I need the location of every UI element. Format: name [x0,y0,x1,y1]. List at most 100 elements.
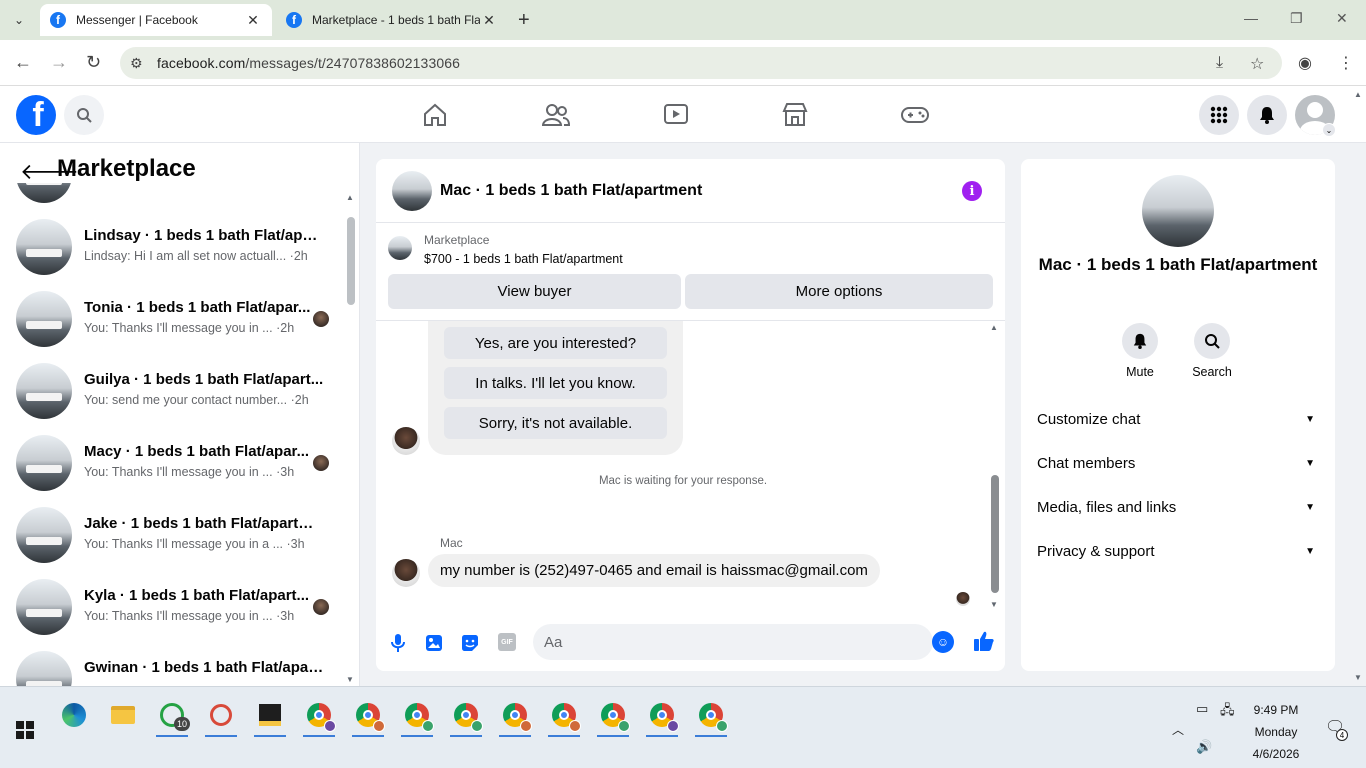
conversation-item[interactable]: Jake · 1 beds 1 bath Flat/apartme... You… [0,507,342,579]
listing-price-title[interactable]: $700 - 1 beds 1 bath Flat/apartment [424,252,623,266]
chrome-profile-icon[interactable] [299,695,339,737]
sender-avatar[interactable] [392,427,420,455]
quick-reply-button[interactable]: Yes, are you interested? [444,327,667,359]
seen-avatar [313,599,329,615]
message-bubble[interactable]: my number is (252)497-0465 and email is … [428,554,880,587]
notifications-bell-icon[interactable] [1247,95,1287,135]
photo-icon[interactable] [422,631,446,655]
conversation-item[interactable]: Guilya · 1 beds 1 bath Flat/apart... You… [0,363,342,435]
marketplace-icon[interactable] [775,98,815,132]
scroll-down-icon[interactable]: ▼ [1354,673,1362,682]
whatsapp-icon[interactable]: 10 [152,695,192,737]
snipping-tool-icon[interactable] [201,695,241,737]
windows-start-icon[interactable] [16,721,34,739]
gaming-icon[interactable] [895,98,935,132]
scroll-down-icon[interactable]: ▼ [346,675,354,684]
conversation-item[interactable]: Gwinan · 1 beds 1 bath Flat/apart... [0,651,342,686]
conversation-item[interactable]: Lindsay · 1 beds 1 bath Flat/apart... Li… [0,219,342,291]
edge-icon[interactable] [54,695,94,735]
friends-icon[interactable] [536,98,576,132]
message-input[interactable] [533,624,933,660]
search-label: Search [1192,365,1232,379]
conversation-item[interactable]: Macy · 1 beds 1 bath Flat/apar... You: T… [0,435,342,507]
chat-members-section[interactable]: Chat members ▼ [1037,448,1319,478]
chrome-profile-icon[interactable] [593,695,633,737]
listing-thumbnail [16,219,72,275]
taskbar-clock[interactable]: 9:49 PM Monday 4/6/2026 [1240,699,1312,765]
bell-icon[interactable] [1122,323,1158,359]
page-scrollbar[interactable]: ▲ ▼ [1350,86,1366,686]
browser-menu-icon[interactable]: ⋮ [1338,53,1354,73]
sender-avatar[interactable] [392,559,420,587]
chat-scrollbar[interactable]: ▲ ▼ [988,323,1004,609]
tab-marketplace[interactable]: f Marketplace - 1 beds 1 bath Flat/apart… [276,4,508,36]
tray-chevron-up-icon[interactable]: ︿ [1172,721,1184,738]
tab-search-chevron-icon[interactable]: ⌄ [6,8,32,32]
search-button[interactable]: Search [1182,323,1242,379]
window-close-icon[interactable]: ✕ [1336,10,1348,27]
battery-icon[interactable]: ▭ [1196,701,1208,717]
quick-reply-button[interactable]: Sorry, it's not available. [444,407,667,439]
bookmark-star-icon[interactable]: ☆ [1250,54,1264,74]
video-icon[interactable] [656,98,696,132]
chat-avatar[interactable] [392,171,432,211]
thumbs-up-icon[interactable] [972,629,996,653]
scrollbar-thumb[interactable] [991,475,999,593]
volume-icon[interactable]: 🔊 [1196,739,1212,755]
reload-icon[interactable]: ↻ [86,52,101,73]
forward-arrow-icon[interactable]: → [50,52,68,73]
url-text[interactable]: facebook.com/messages/t/2470783860213306… [157,55,460,71]
scrollbar-thumb[interactable] [347,217,355,305]
new-tab-plus-icon[interactable]: + [518,9,530,32]
gif-icon[interactable]: GIF [498,633,516,651]
chrome-profile-icon[interactable] [446,695,486,737]
quick-reply-button[interactable]: In talks. I'll let you know. [444,367,667,399]
sticky-notes-icon[interactable] [250,695,290,737]
chat-title[interactable]: Mac · 1 beds 1 bath Flat/apartment [440,182,702,200]
account-chevron-down-icon[interactable]: ⌄ [1322,123,1336,137]
more-options-button[interactable]: More options [685,274,993,309]
conversation-item[interactable]: Tonia · 1 beds 1 bath Flat/apar... You: … [0,291,342,363]
back-arrow-icon[interactable]: ← [14,52,32,73]
windows-taskbar: 10 ︿ ▭ 🖧 🔊 9:49 PM Monday 4/6/2026 🗨 4 [0,686,1366,768]
chrome-profile-icon[interactable] [691,695,731,737]
sticker-icon[interactable] [458,631,482,655]
chrome-profile-icon[interactable] [642,695,682,737]
conversation-item[interactable] [0,183,342,219]
mute-button[interactable]: Mute [1110,323,1170,379]
scroll-up-icon[interactable]: ▲ [990,323,998,332]
customize-chat-section[interactable]: Customize chat ▼ [1037,404,1319,434]
privacy-support-section[interactable]: Privacy & support ▼ [1037,536,1319,566]
restore-icon[interactable]: ❐ [1290,10,1303,27]
facebook-logo-icon[interactable]: f [16,95,56,135]
facebook-search-icon[interactable] [64,95,104,135]
scroll-up-icon[interactable]: ▲ [1354,90,1362,99]
url-omnibox[interactable]: ⚙ facebook.com/messages/t/24707838602133… [120,47,1282,79]
chrome-profile-icon[interactable] [397,695,437,737]
media-files-links-section[interactable]: Media, files and links ▼ [1037,492,1319,522]
chrome-profile-icon[interactable] [348,695,388,737]
chrome-profile-icon[interactable] [544,695,584,737]
conversation-item[interactable]: Kyla · 1 beds 1 bath Flat/apart... You: … [0,579,342,651]
scroll-up-icon[interactable]: ▲ [346,193,354,202]
conversation-info-icon[interactable]: i [962,181,982,201]
search-icon[interactable] [1194,323,1230,359]
install-app-icon[interactable]: ⤓ [1216,54,1223,72]
listing-avatar[interactable] [1142,175,1214,247]
view-buyer-button[interactable]: View buyer [388,274,681,309]
menu-grid-icon[interactable] [1199,95,1239,135]
browser-profile-icon[interactable]: ◉ [1298,53,1312,73]
home-icon[interactable] [415,98,455,132]
chrome-profile-icon[interactable] [495,695,535,737]
tab-close-icon[interactable]: ✕ [244,12,262,29]
scroll-down-icon[interactable]: ▼ [990,600,998,609]
file-explorer-icon[interactable] [103,695,143,735]
conversation-scrollbar[interactable]: ▲ ▼ [342,193,358,686]
microphone-icon[interactable] [386,631,410,655]
network-icon[interactable]: 🖧 [1220,701,1235,723]
tab-close-icon[interactable]: ✕ [480,12,498,29]
site-settings-icon[interactable]: ⚙ [130,55,143,72]
minimize-icon[interactable]: — [1244,10,1258,26]
emoji-icon[interactable]: ☺ [932,631,954,653]
tab-messenger[interactable]: f Messenger | Facebook ✕ [40,4,272,36]
